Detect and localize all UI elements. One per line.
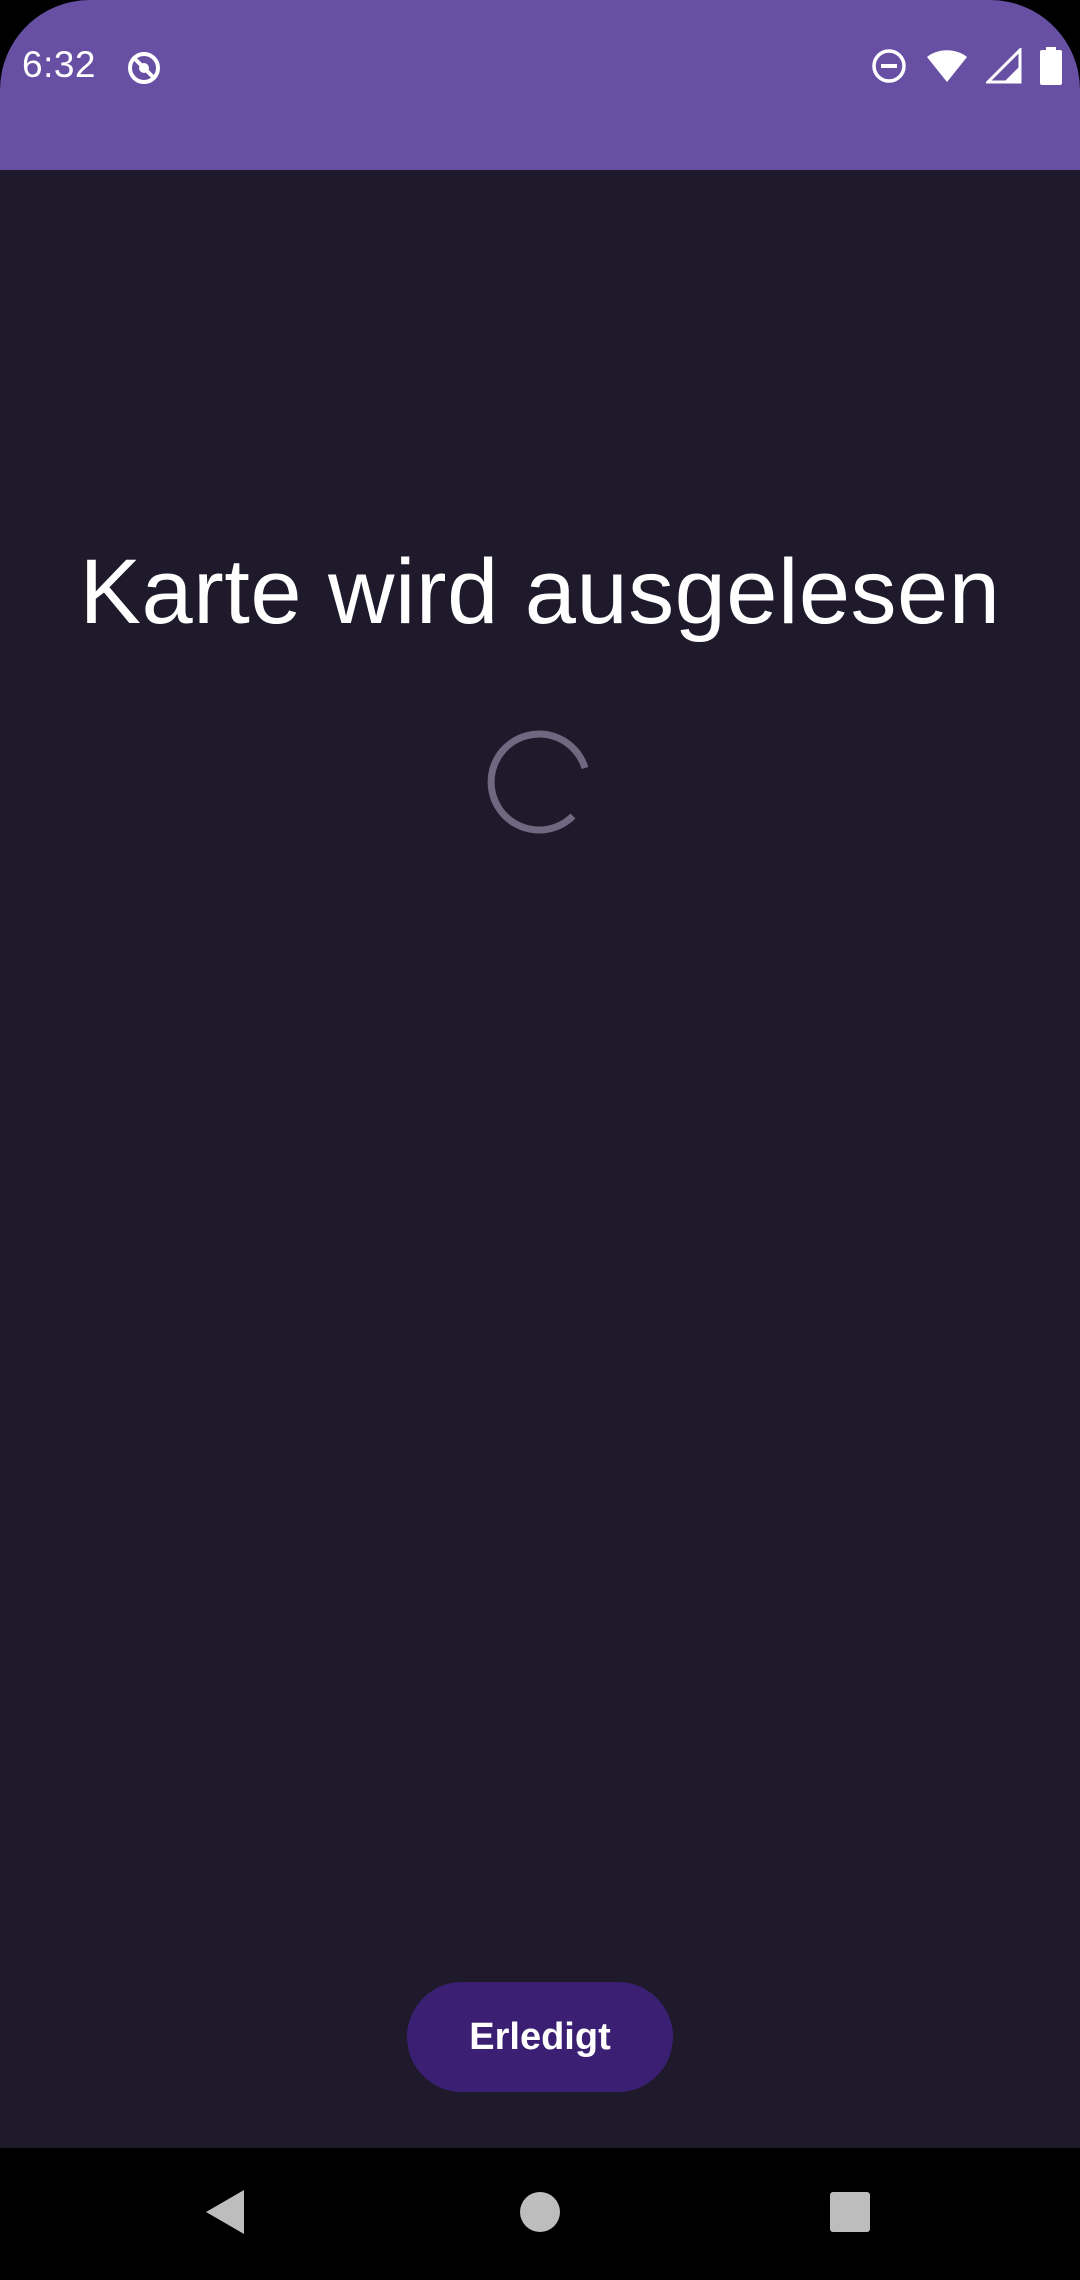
recents-icon [828,2190,872,2239]
status-icons [870,45,1062,90]
done-button[interactable]: Erledigt [407,1982,673,2092]
recents-button[interactable] [800,2164,900,2264]
back-button[interactable] [175,2164,275,2264]
wifi-icon [926,48,968,89]
home-icon [518,2190,562,2239]
signal-icon [984,45,1022,89]
loading-spinner-icon [482,723,598,839]
home-button[interactable] [490,2164,590,2264]
battery-icon [1040,46,1062,90]
back-icon [202,2188,248,2241]
do-not-disturb-icon [870,47,908,90]
main-content: Karte wird ausgelesen Erledigt [0,170,1080,2148]
navigation-bar [0,2148,1080,2280]
sync-disabled-icon [124,48,164,88]
status-bar: 6:32 [0,0,1080,170]
page-title: Karte wird ausgelesen [79,541,1001,643]
phone-screen: 6:32 Karte wird ausgelesen Erledigt [0,0,1080,2280]
status-time: 6:32 [22,44,97,85]
